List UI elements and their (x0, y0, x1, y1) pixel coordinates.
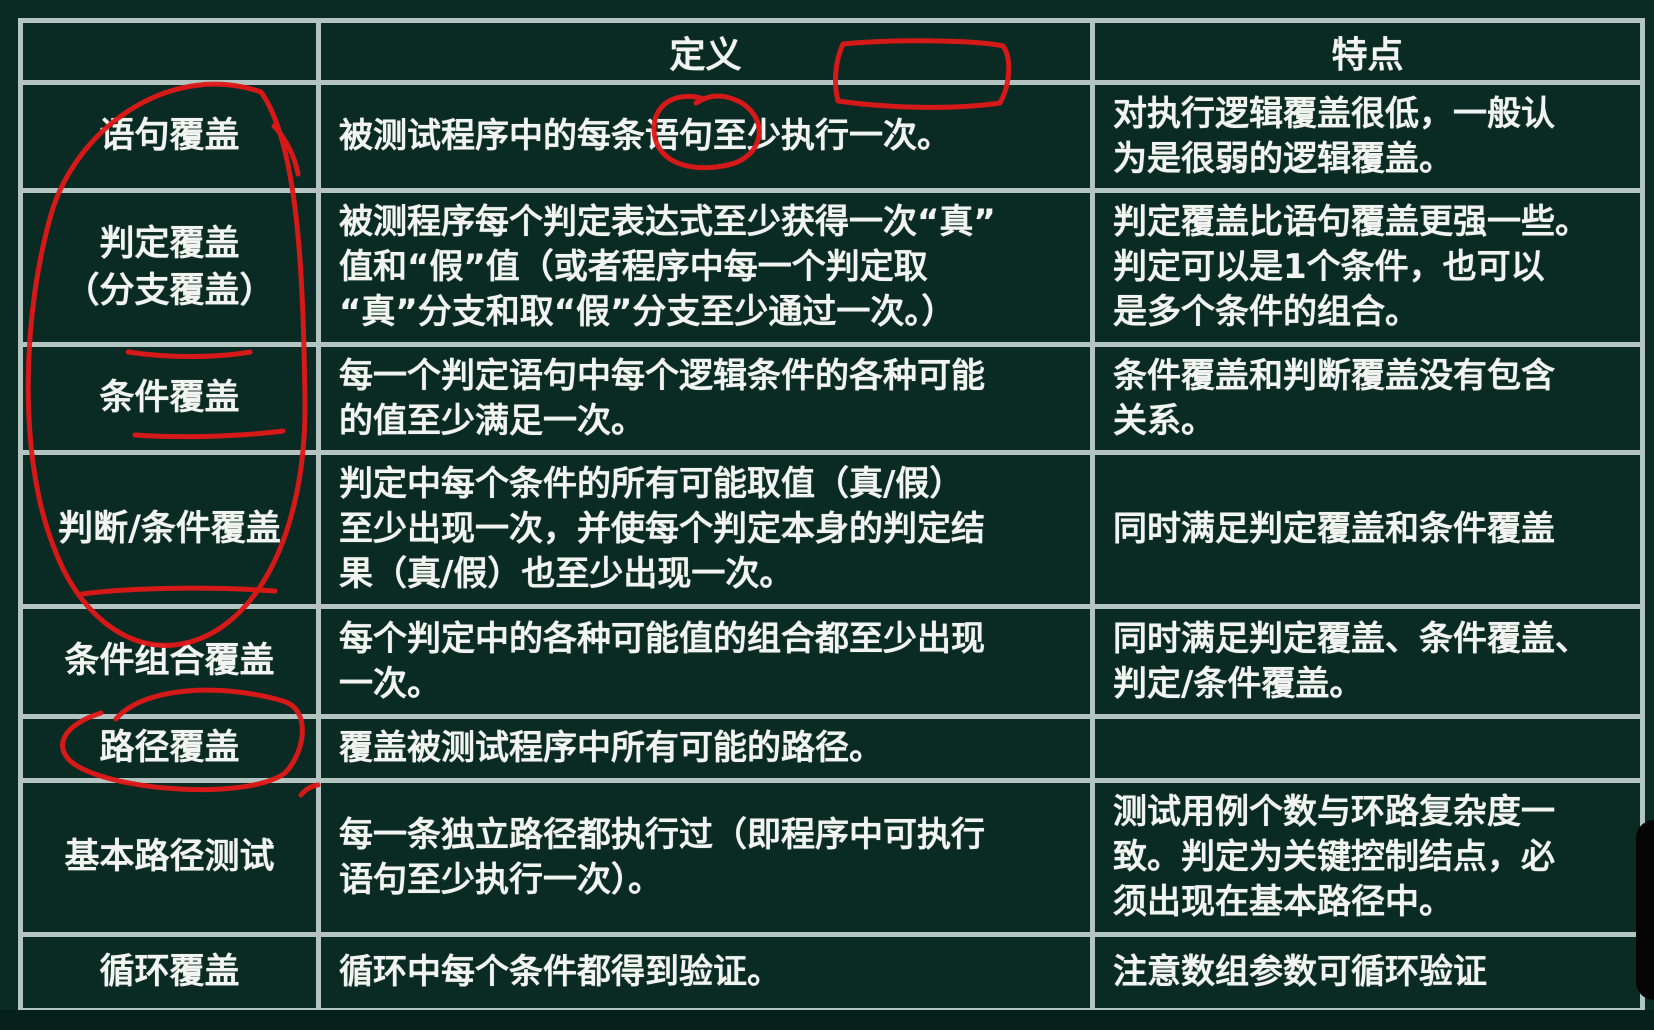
definition-line: 一次。 (339, 663, 441, 704)
table-header-row: 定义 特点 (18, 18, 1645, 85)
coverage-name: 判断/条件覆盖 (18, 450, 321, 609)
definition-line: 被测试程序中的每条语句至少执行一次。 (339, 116, 951, 157)
feature-cell: 同时满足判定覆盖、条件覆盖、 判定/条件覆盖。 (1090, 604, 1645, 719)
header-feature: 特点 (1090, 18, 1645, 85)
feature-line: 关系。 (1113, 400, 1215, 441)
feature-line: 为是很弱的逻辑覆盖。 (1113, 138, 1453, 179)
definition-line: 语句至少执行一次）。 (339, 859, 662, 900)
definition-cell: 每一个判定语句中每个逻辑条件的各种可能 的值至少满足一次。 (316, 342, 1095, 455)
feature-line: 注意数组参数可循环验证 (1113, 952, 1487, 993)
feature-line: 同时满足判定覆盖、条件覆盖、 (1113, 618, 1589, 659)
coverage-name-line: 条件覆盖 (99, 378, 240, 419)
coverage-name: 条件覆盖 (18, 342, 321, 455)
definition-cell: 循环中每个条件都得到验证。 (316, 932, 1095, 1013)
coverage-name: 判定覆盖 （分支覆盖） (18, 188, 321, 347)
coverage-name-line: 判断/条件覆盖 (58, 509, 281, 550)
table-row: 判断/条件覆盖 判定中每个条件的所有可能取值（真/假） 至少出现一次，并使每个判… (18, 450, 1645, 609)
coverage-name-line: 语句覆盖 (99, 116, 240, 157)
definition-line: 果（真/假）也至少出现一次。 (339, 553, 794, 594)
coverage-name: 路径覆盖 (18, 714, 321, 783)
coverage-name: 循环覆盖 (18, 932, 321, 1013)
feature-cell: 同时满足判定覆盖和条件覆盖 (1090, 450, 1645, 609)
coverage-name-line: （分支覆盖） (64, 270, 275, 311)
definition-line: 每一条独立路径都执行过（即程序中可执行 (339, 814, 985, 855)
definition-cell: 每个判定中的各种可能值的组合都至少出现 一次。 (316, 604, 1095, 719)
feature-cell (1090, 714, 1645, 783)
coverage-name: 基本路径测试 (18, 778, 321, 937)
feature-cell: 判定覆盖比语句覆盖更强一些。 判定可以是1个条件，也可以 是多个条件的组合。 (1090, 188, 1645, 347)
table-row: 语句覆盖 被测试程序中的每条语句至少执行一次。 对执行逻辑覆盖很低，一般认 为是… (18, 80, 1645, 193)
table-row: 条件覆盖 每一个判定语句中每个逻辑条件的各种可能 的值至少满足一次。 条件覆盖和… (18, 342, 1645, 455)
feature-line: 判定/条件覆盖。 (1113, 663, 1364, 704)
coverage-name-line: 判定覆盖 (99, 224, 240, 265)
table-row: 基本路径测试 每一条独立路径都执行过（即程序中可执行 语句至少执行一次）。 测试… (18, 778, 1645, 937)
definition-line: 覆盖被测试程序中所有可能的路径。 (339, 728, 883, 769)
definition-cell: 被测程序每个判定表达式至少获得一次“真” 值和“假”值（或者程序中每一个判定取 … (316, 188, 1095, 347)
feature-cell: 注意数组参数可循环验证 (1090, 932, 1645, 1013)
coverage-comparison-table: 定义 特点 语句覆盖 被测试程序中的每条语句至少执行一次。 对执行逻辑覆盖很低，… (18, 18, 1645, 1013)
definition-line: 至少出现一次，并使每个判定本身的判定结 (339, 509, 985, 550)
definition-line: 循环中每个条件都得到验证。 (339, 952, 781, 993)
coverage-name: 语句覆盖 (18, 80, 321, 193)
feature-line: 致。判定为关键控制结点，必 (1113, 837, 1555, 878)
feature-line: 须出现在基本路径中。 (1113, 881, 1453, 922)
feature-line: 是多个条件的组合。 (1113, 291, 1419, 332)
header-empty (18, 18, 321, 85)
coverage-name-line: 路径覆盖 (99, 728, 240, 769)
table-row: 条件组合覆盖 每个判定中的各种可能值的组合都至少出现 一次。 同时满足判定覆盖、… (18, 604, 1645, 719)
feature-cell: 测试用例个数与环路复杂度一 致。判定为关键控制结点，必 须出现在基本路径中。 (1090, 778, 1645, 937)
bottom-border-strip (0, 1010, 1654, 1030)
header-definition: 定义 (316, 18, 1095, 85)
right-edge-dark-object (1636, 820, 1654, 1000)
coverage-name-line: 条件组合覆盖 (64, 641, 275, 682)
definition-cell: 判定中每个条件的所有可能取值（真/假） 至少出现一次，并使每个判定本身的判定结 … (316, 450, 1095, 609)
feature-line: 判定可以是1个条件，也可以 (1113, 247, 1545, 288)
definition-line: 被测程序每个判定表达式至少获得一次“真” (339, 202, 996, 243)
feature-line: 测试用例个数与环路复杂度一 (1113, 792, 1555, 833)
feature-line: 判定覆盖比语句覆盖更强一些。 (1113, 202, 1589, 243)
feature-line: 对执行逻辑覆盖很低，一般认 (1113, 93, 1555, 134)
definition-line: 每个判定中的各种可能值的组合都至少出现 (339, 618, 985, 659)
feature-cell: 对执行逻辑覆盖很低，一般认 为是很弱的逻辑覆盖。 (1090, 80, 1645, 193)
table-row: 循环覆盖 循环中每个条件都得到验证。 注意数组参数可循环验证 (18, 932, 1645, 1013)
definition-line: 值和“假”值（或者程序中每一个判定取 (339, 247, 928, 288)
feature-line: 条件覆盖和判断覆盖没有包含 (1113, 355, 1555, 396)
coverage-name: 条件组合覆盖 (18, 604, 321, 719)
definition-line: 每一个判定语句中每个逻辑条件的各种可能 (339, 355, 985, 396)
table-row: 判定覆盖 （分支覆盖） 被测程序每个判定表达式至少获得一次“真” 值和“假”值（… (18, 188, 1645, 347)
coverage-name-line: 基本路径测试 (64, 837, 275, 878)
table-row: 路径覆盖 覆盖被测试程序中所有可能的路径。 (18, 714, 1645, 783)
coverage-name-line: 循环覆盖 (99, 952, 240, 993)
feature-line: 同时满足判定覆盖和条件覆盖 (1113, 509, 1555, 550)
definition-cell: 每一条独立路径都执行过（即程序中可执行 语句至少执行一次）。 (316, 778, 1095, 937)
definition-line: “真”分支和取“假”分支至少通过一次。） (339, 291, 956, 332)
definition-cell: 覆盖被测试程序中所有可能的路径。 (316, 714, 1095, 783)
definition-cell: 被测试程序中的每条语句至少执行一次。 (316, 80, 1095, 193)
slide-screen: 定义 特点 语句覆盖 被测试程序中的每条语句至少执行一次。 对执行逻辑覆盖很低，… (0, 0, 1654, 1030)
definition-line: 的值至少满足一次。 (339, 400, 645, 441)
definition-line: 判定中每个条件的所有可能取值（真/假） (339, 464, 964, 505)
feature-cell: 条件覆盖和判断覆盖没有包含 关系。 (1090, 342, 1645, 455)
